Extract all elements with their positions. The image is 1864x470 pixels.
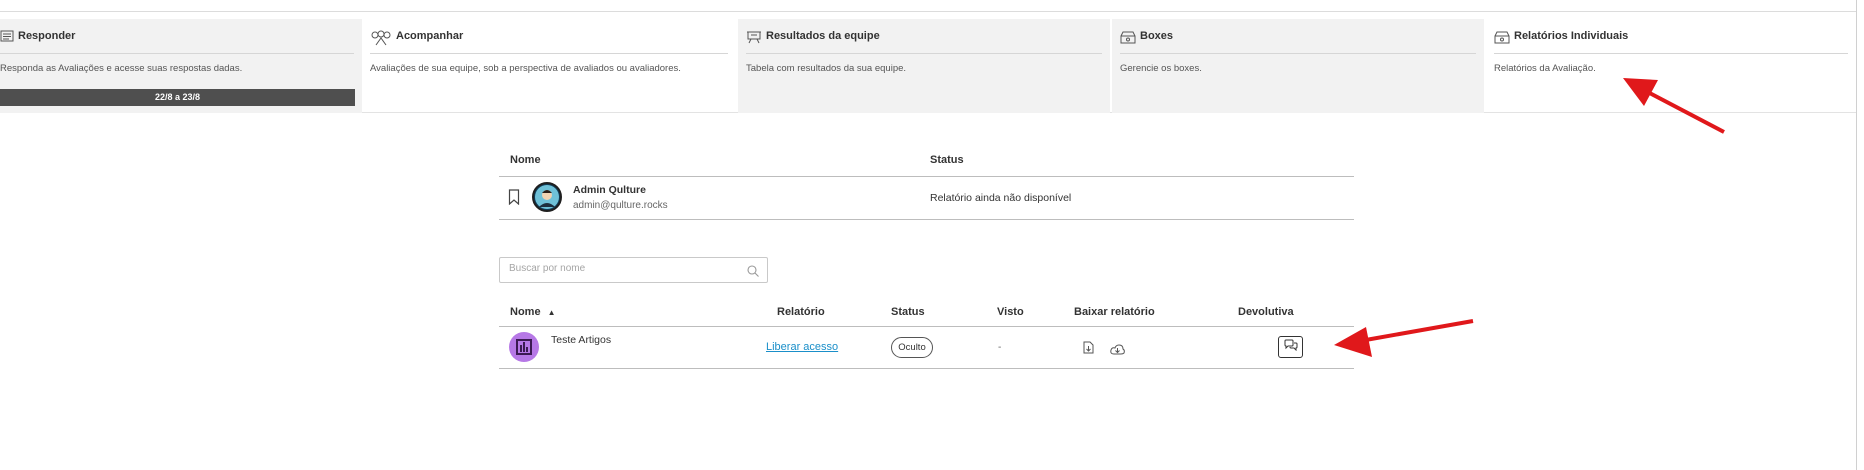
column-header-baixar-relatorio: Baixar relatório bbox=[1074, 306, 1155, 318]
card-resultados-equipe[interactable]: Resultados da equipe Tabela com resultad… bbox=[738, 19, 1110, 113]
card-title: Responder bbox=[18, 30, 76, 42]
report-status: Relatório ainda não disponível bbox=[930, 192, 1072, 204]
search-box[interactable] bbox=[499, 257, 768, 283]
annotation-arrow-icon bbox=[1334, 319, 1474, 357]
presentation-icon bbox=[746, 30, 762, 47]
card-description: Tabela com resultados da sua equipe. bbox=[746, 63, 907, 74]
table-divider bbox=[499, 176, 1354, 177]
download-pdf-icon[interactable] bbox=[1083, 341, 1094, 359]
employee-name[interactable]: Teste Artigos bbox=[551, 334, 611, 346]
card-description: Relatórios da Avaliação. bbox=[1494, 63, 1596, 74]
top-divider bbox=[0, 11, 1856, 12]
card-responder[interactable]: Responder Responda as Avaliações e acess… bbox=[0, 19, 362, 113]
module-cards: Responder Responda as Avaliações e acess… bbox=[0, 19, 1856, 113]
search-icon[interactable] bbox=[747, 264, 759, 282]
card-title: Relatórios Individuais bbox=[1514, 30, 1629, 42]
column-header-nome: Nome bbox=[510, 154, 541, 166]
card-title: Boxes bbox=[1140, 30, 1174, 42]
avatar bbox=[532, 182, 562, 212]
bookmark-icon[interactable] bbox=[508, 189, 520, 210]
card-description: Avaliações de sua equipe, sob a perspect… bbox=[370, 63, 681, 74]
card-description: Gerencie os boxes. bbox=[1120, 63, 1202, 74]
sort-ascending-icon[interactable]: ▲ bbox=[548, 308, 556, 317]
box-icon bbox=[1120, 30, 1136, 47]
right-edge-divider bbox=[1856, 0, 1857, 470]
column-header-status: Status bbox=[930, 154, 964, 166]
table-divider bbox=[499, 219, 1354, 220]
column-header-status: Status bbox=[891, 306, 925, 318]
list-icon bbox=[0, 30, 14, 45]
card-boxes[interactable]: Boxes Gerencie os boxes. bbox=[1112, 19, 1484, 113]
column-header-devolutiva: Devolutiva bbox=[1238, 306, 1294, 318]
card-description: Responda as Avaliações e acesse suas res… bbox=[0, 63, 243, 74]
box-icon bbox=[1494, 30, 1510, 47]
avatar bbox=[509, 332, 539, 362]
user-email: admin@qulture.rocks bbox=[573, 200, 668, 211]
user-name: Admin Qulture bbox=[573, 184, 646, 196]
status-badge: Oculto bbox=[891, 337, 933, 358]
table-divider bbox=[499, 326, 1354, 327]
search-input[interactable] bbox=[509, 263, 729, 274]
annotation-arrow-icon bbox=[1623, 78, 1725, 134]
release-access-link[interactable]: Liberar acesso bbox=[766, 341, 838, 353]
seen-value: - bbox=[998, 342, 1002, 353]
cloud-download-icon[interactable] bbox=[1110, 342, 1125, 360]
table-divider bbox=[499, 368, 1354, 369]
date-range-bar: 22/8 a 23/8 bbox=[0, 89, 355, 106]
column-header-relatorio: Relatório bbox=[777, 306, 825, 318]
card-title: Acompanhar bbox=[396, 30, 464, 42]
column-header-nome[interactable]: Nome ▲ bbox=[510, 306, 556, 318]
chat-bubbles-icon bbox=[1284, 338, 1298, 356]
feedback-button[interactable] bbox=[1278, 336, 1303, 358]
card-title: Resultados da equipe bbox=[766, 30, 880, 42]
people-icon bbox=[370, 30, 392, 49]
card-acompanhar[interactable]: Acompanhar Avaliações de sua equipe, sob… bbox=[362, 19, 736, 113]
column-header-visto: Visto bbox=[997, 306, 1024, 318]
